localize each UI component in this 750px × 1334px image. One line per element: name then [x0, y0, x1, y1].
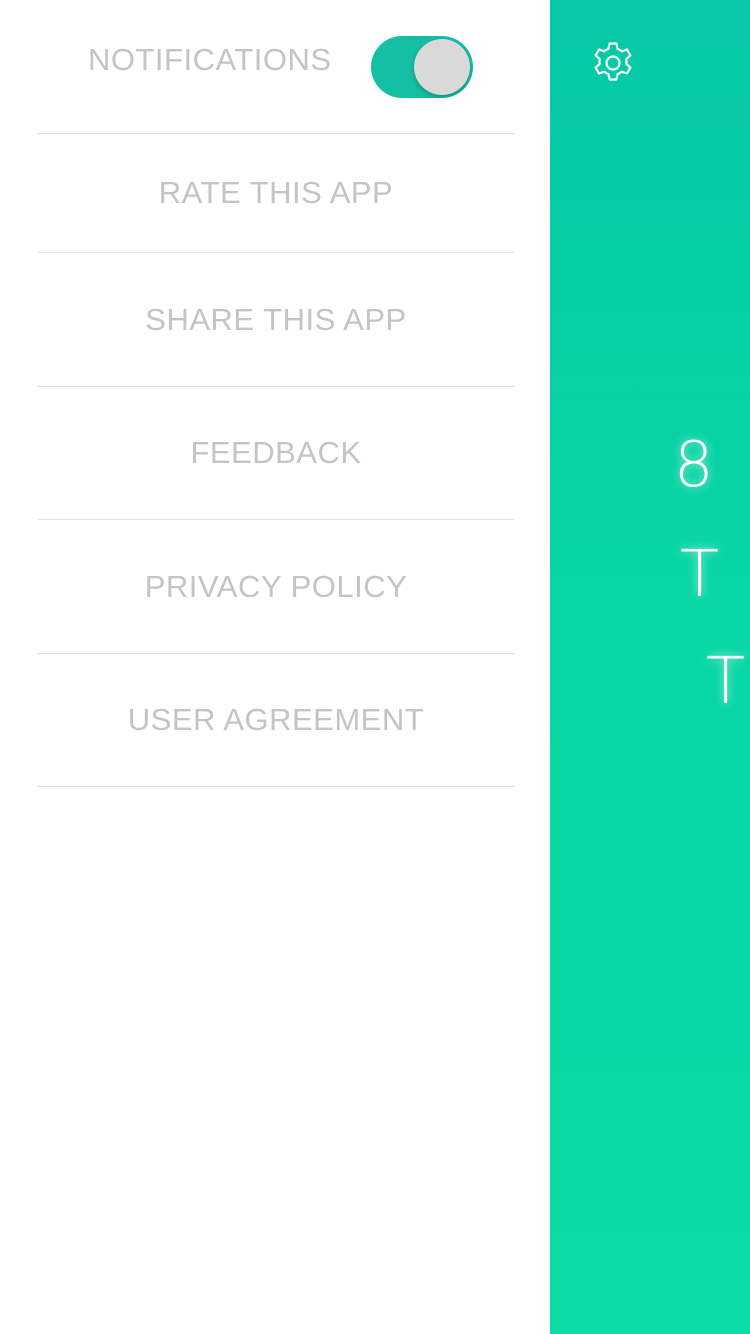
menu-item-label: FEEDBACK [190, 435, 362, 470]
menu-item-label: USER AGREEMENT [127, 702, 425, 737]
settings-drawer: NOTIFICATIONS RATE THIS APP SHARE THIS A… [0, 0, 550, 1334]
menu-item-label: RATE THIS APP [158, 175, 394, 210]
menu-item-feedback[interactable]: FEEDBACK [38, 387, 514, 520]
toggle-knob [414, 39, 470, 95]
main-panel: 8 T ( T [550, 0, 750, 1334]
main-text-line-1: 8 [674, 428, 714, 501]
menu-item-rate-app[interactable]: RATE THIS APP [38, 134, 514, 253]
notifications-label: NOTIFICATIONS [88, 42, 332, 77]
notifications-toggle[interactable] [371, 36, 473, 98]
menu-item-share-app[interactable]: SHARE THIS APP [38, 253, 514, 387]
menu-item-user-agreement[interactable]: USER AGREEMENT [38, 654, 514, 787]
menu-item-label: SHARE THIS APP [145, 301, 407, 337]
menu-item-label: PRIVACY POLICY [144, 568, 408, 604]
gear-icon[interactable] [590, 40, 636, 86]
main-text-line-3: T [706, 645, 746, 719]
main-text-line-2: T ( [680, 538, 750, 612]
screen: NOTIFICATIONS RATE THIS APP SHARE THIS A… [0, 0, 750, 1334]
menu-item-privacy-policy[interactable]: PRIVACY POLICY [38, 520, 514, 654]
notifications-row: NOTIFICATIONS [38, 0, 514, 134]
